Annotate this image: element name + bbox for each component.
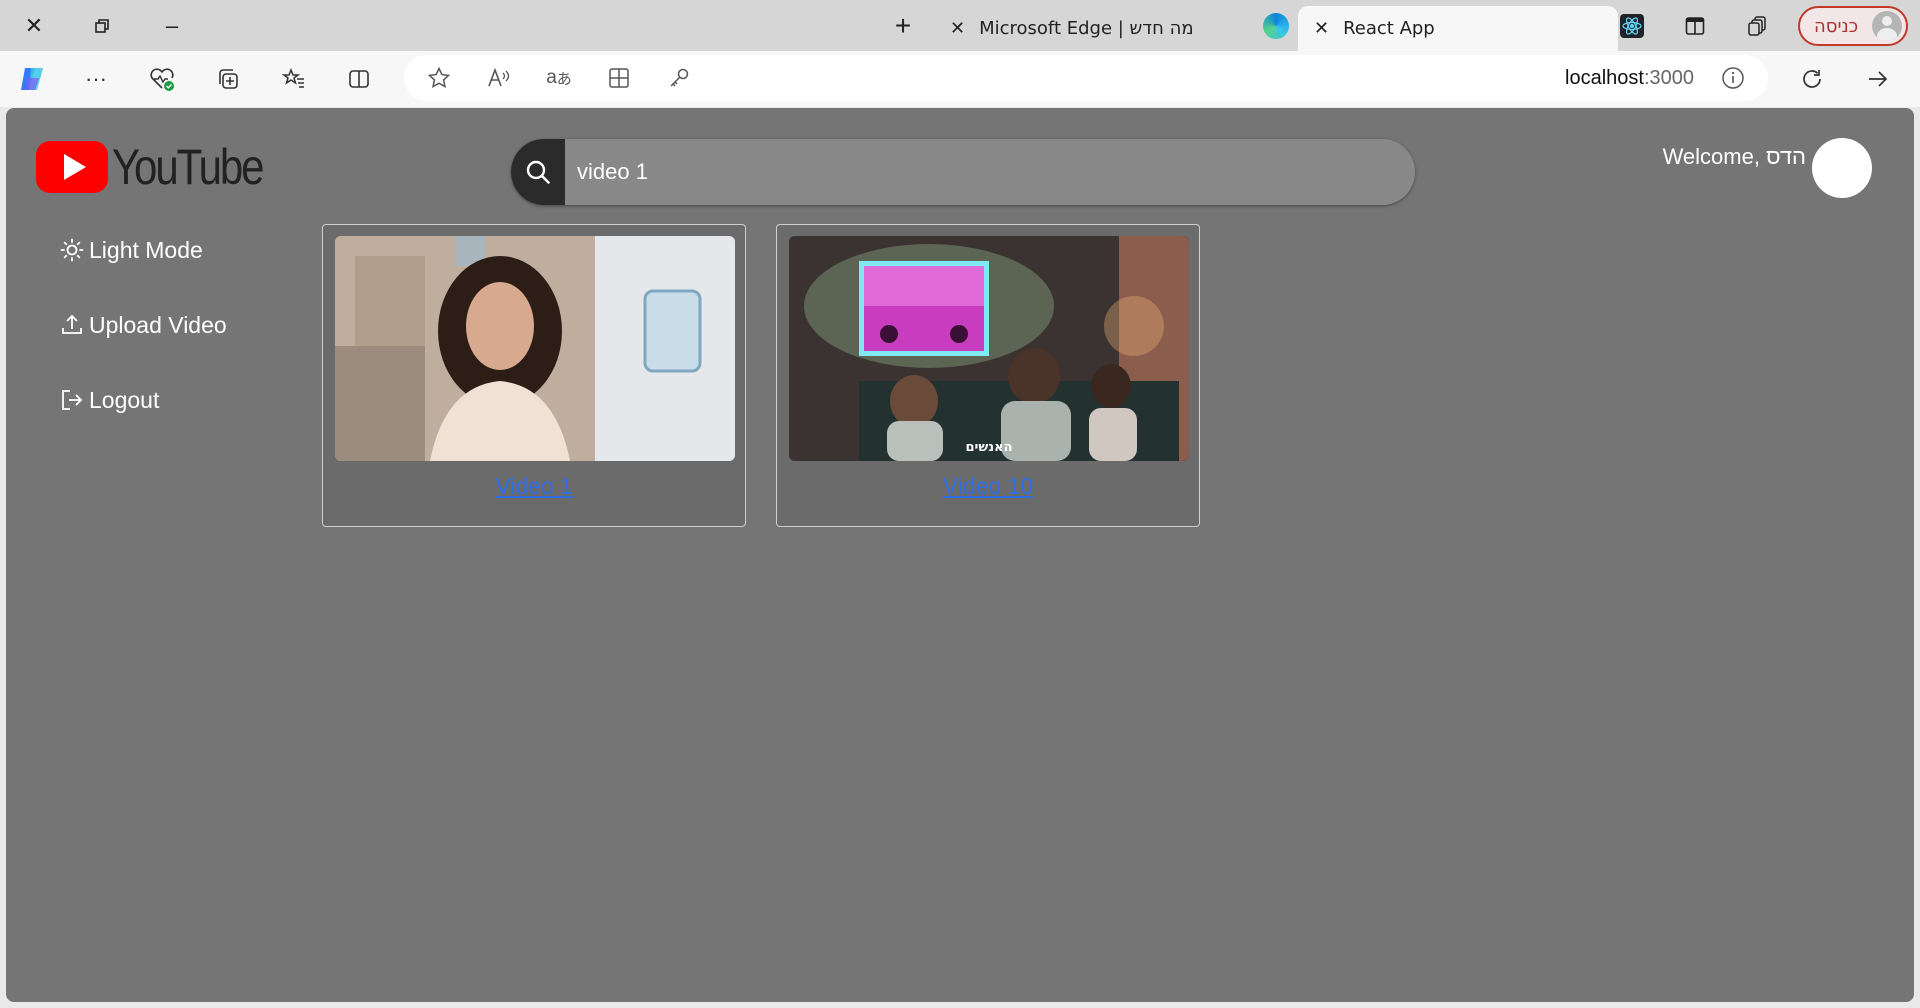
video-thumbnail[interactable]: [335, 236, 735, 461]
apps-icon[interactable]: [602, 61, 636, 95]
split-screen-icon[interactable]: [1677, 8, 1713, 44]
site-info-icon[interactable]: [1716, 61, 1750, 95]
search-input[interactable]: [565, 139, 1415, 205]
sidebar: Light Mode Upload Video Logout: [58, 228, 227, 453]
sidebar-item-label: Logout: [89, 386, 160, 413]
close-window-icon[interactable]: ✕: [16, 8, 52, 44]
user-avatar[interactable]: [1812, 138, 1872, 198]
url-text: localhost:3000: [1565, 67, 1694, 90]
password-key-icon[interactable]: [662, 61, 696, 95]
sidebar-item-label: Light Mode: [89, 236, 203, 263]
collections-icon[interactable]: [210, 61, 246, 97]
sidebar-item-light-mode[interactable]: Light Mode: [58, 228, 227, 272]
refresh-icon[interactable]: [1794, 61, 1830, 97]
close-tab-icon[interactable]: ✕: [1314, 18, 1329, 39]
edge-logo-icon: [1263, 13, 1289, 39]
welcome-text: Welcome, הדס: [1662, 144, 1806, 169]
sidebar-item-label: Upload Video: [89, 311, 227, 338]
youtube-logo[interactable]: YouTube: [36, 138, 291, 196]
sun-icon: [58, 236, 86, 264]
logo-wordmark: YouTube: [112, 139, 264, 195]
video-card[interactable]: האנשים Video 10: [776, 224, 1200, 527]
logout-icon: [58, 386, 86, 414]
sidebar-item-upload-video[interactable]: Upload Video: [58, 303, 227, 347]
more-options-icon[interactable]: ···: [78, 61, 114, 97]
youtube-play-icon: [36, 141, 108, 193]
search-button[interactable]: [511, 139, 565, 205]
search-icon: [526, 160, 550, 184]
browser-tab-bar: ✕ – + ✕ Microsoft Edge | מה חדש ✕ React …: [0, 0, 1920, 51]
read-aloud-icon[interactable]: [482, 61, 516, 95]
video-grid: Video 1 האנשים Video 10: [322, 224, 1200, 527]
restore-window-icon[interactable]: [84, 8, 120, 44]
forward-arrow-icon[interactable]: [1860, 61, 1896, 97]
search-bar: [511, 139, 1415, 205]
video-thumbnail[interactable]: האנשים: [789, 236, 1189, 461]
tab-label: React App: [1343, 18, 1435, 39]
split-view-icon[interactable]: [341, 61, 377, 97]
url-port: :3000: [1643, 67, 1694, 89]
new-tab-icon[interactable]: +: [885, 8, 921, 44]
thumbnail-caption: האנשים: [965, 440, 1013, 455]
video-card[interactable]: Video 1: [322, 224, 746, 527]
video-title-link[interactable]: Video 1: [335, 473, 733, 500]
video-title-link[interactable]: Video 10: [789, 473, 1187, 500]
browser-essentials-icon[interactable]: [144, 61, 180, 97]
star-favorite-icon[interactable]: [422, 61, 456, 95]
tab-label: Microsoft Edge | מה חדש: [979, 18, 1194, 39]
tab-microsoft-edge[interactable]: ✕ Microsoft Edge | מה חדש: [950, 6, 1194, 51]
translate-icon[interactable]: aあ: [542, 61, 576, 95]
close-tab-icon[interactable]: ✕: [950, 18, 965, 39]
profile-label: כניסה: [1814, 15, 1859, 37]
upload-icon: [58, 311, 86, 339]
react-devtools-icon[interactable]: [1614, 8, 1650, 44]
favorites-icon[interactable]: [276, 61, 312, 97]
address-bar[interactable]: aあ localhost:3000: [404, 55, 1768, 101]
sidebar-item-logout[interactable]: Logout: [58, 378, 227, 422]
url-host: localhost: [1565, 67, 1644, 89]
page-viewport: YouTube Welcome, הדס Light Mode Upload V…: [6, 108, 1914, 1002]
minimize-window-icon[interactable]: –: [154, 8, 190, 44]
copilot-icon[interactable]: [14, 61, 50, 97]
browser-toolbar: ··· aあ localhost:3000: [0, 51, 1920, 107]
profile-avatar-icon: [1872, 11, 1902, 41]
workspaces-icon[interactable]: [1740, 8, 1776, 44]
profile-sign-in-button[interactable]: כניסה: [1798, 6, 1908, 46]
tab-react-app[interactable]: ✕ React App: [1298, 6, 1618, 51]
